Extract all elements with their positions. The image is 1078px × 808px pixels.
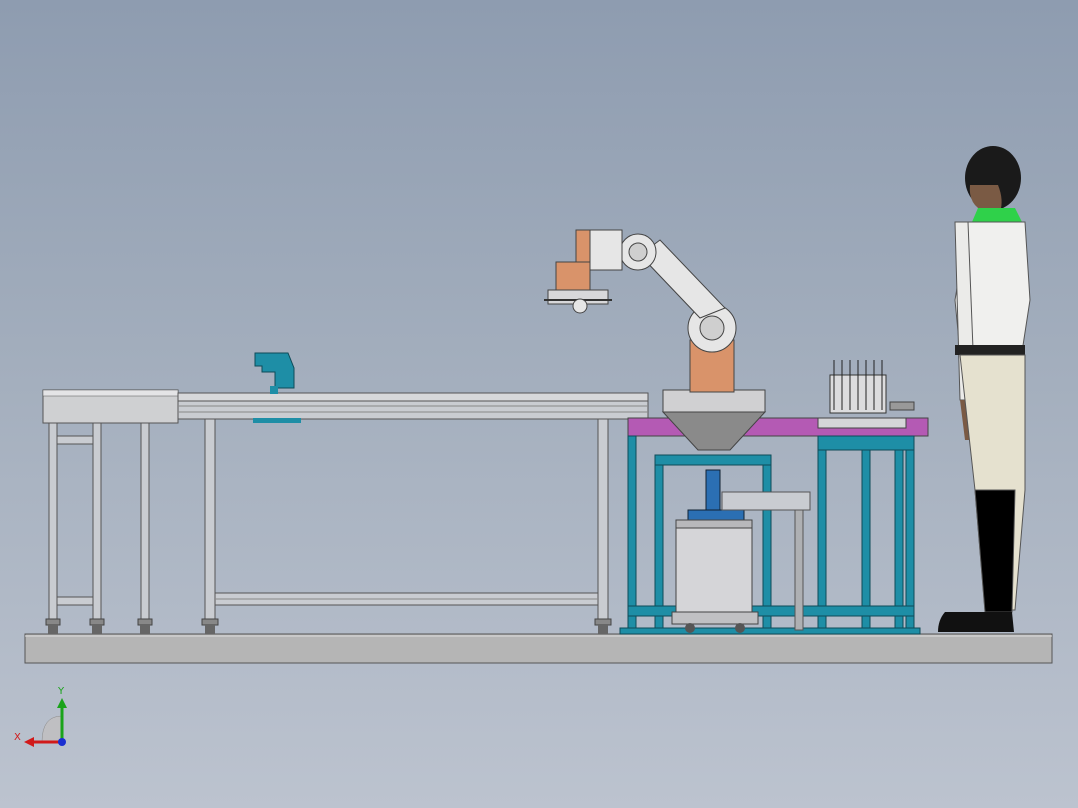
tube-rack [817,360,915,429]
axis-y-label: Y [58,686,65,697]
coordinate-triad[interactable]: Y X [14,686,78,752]
round-table [42,389,179,634]
cad-assembly-scene [24,146,1053,664]
coordinate-triad-icon [24,698,67,747]
conveyor [177,352,649,634]
teal-frame [619,417,929,635]
graphics-viewport[interactable]: Y X [0,0,1078,808]
axis-x-label: X [14,732,21,743]
robot-arm [544,229,737,393]
human-figure [938,146,1031,632]
base-plate [24,633,1053,664]
